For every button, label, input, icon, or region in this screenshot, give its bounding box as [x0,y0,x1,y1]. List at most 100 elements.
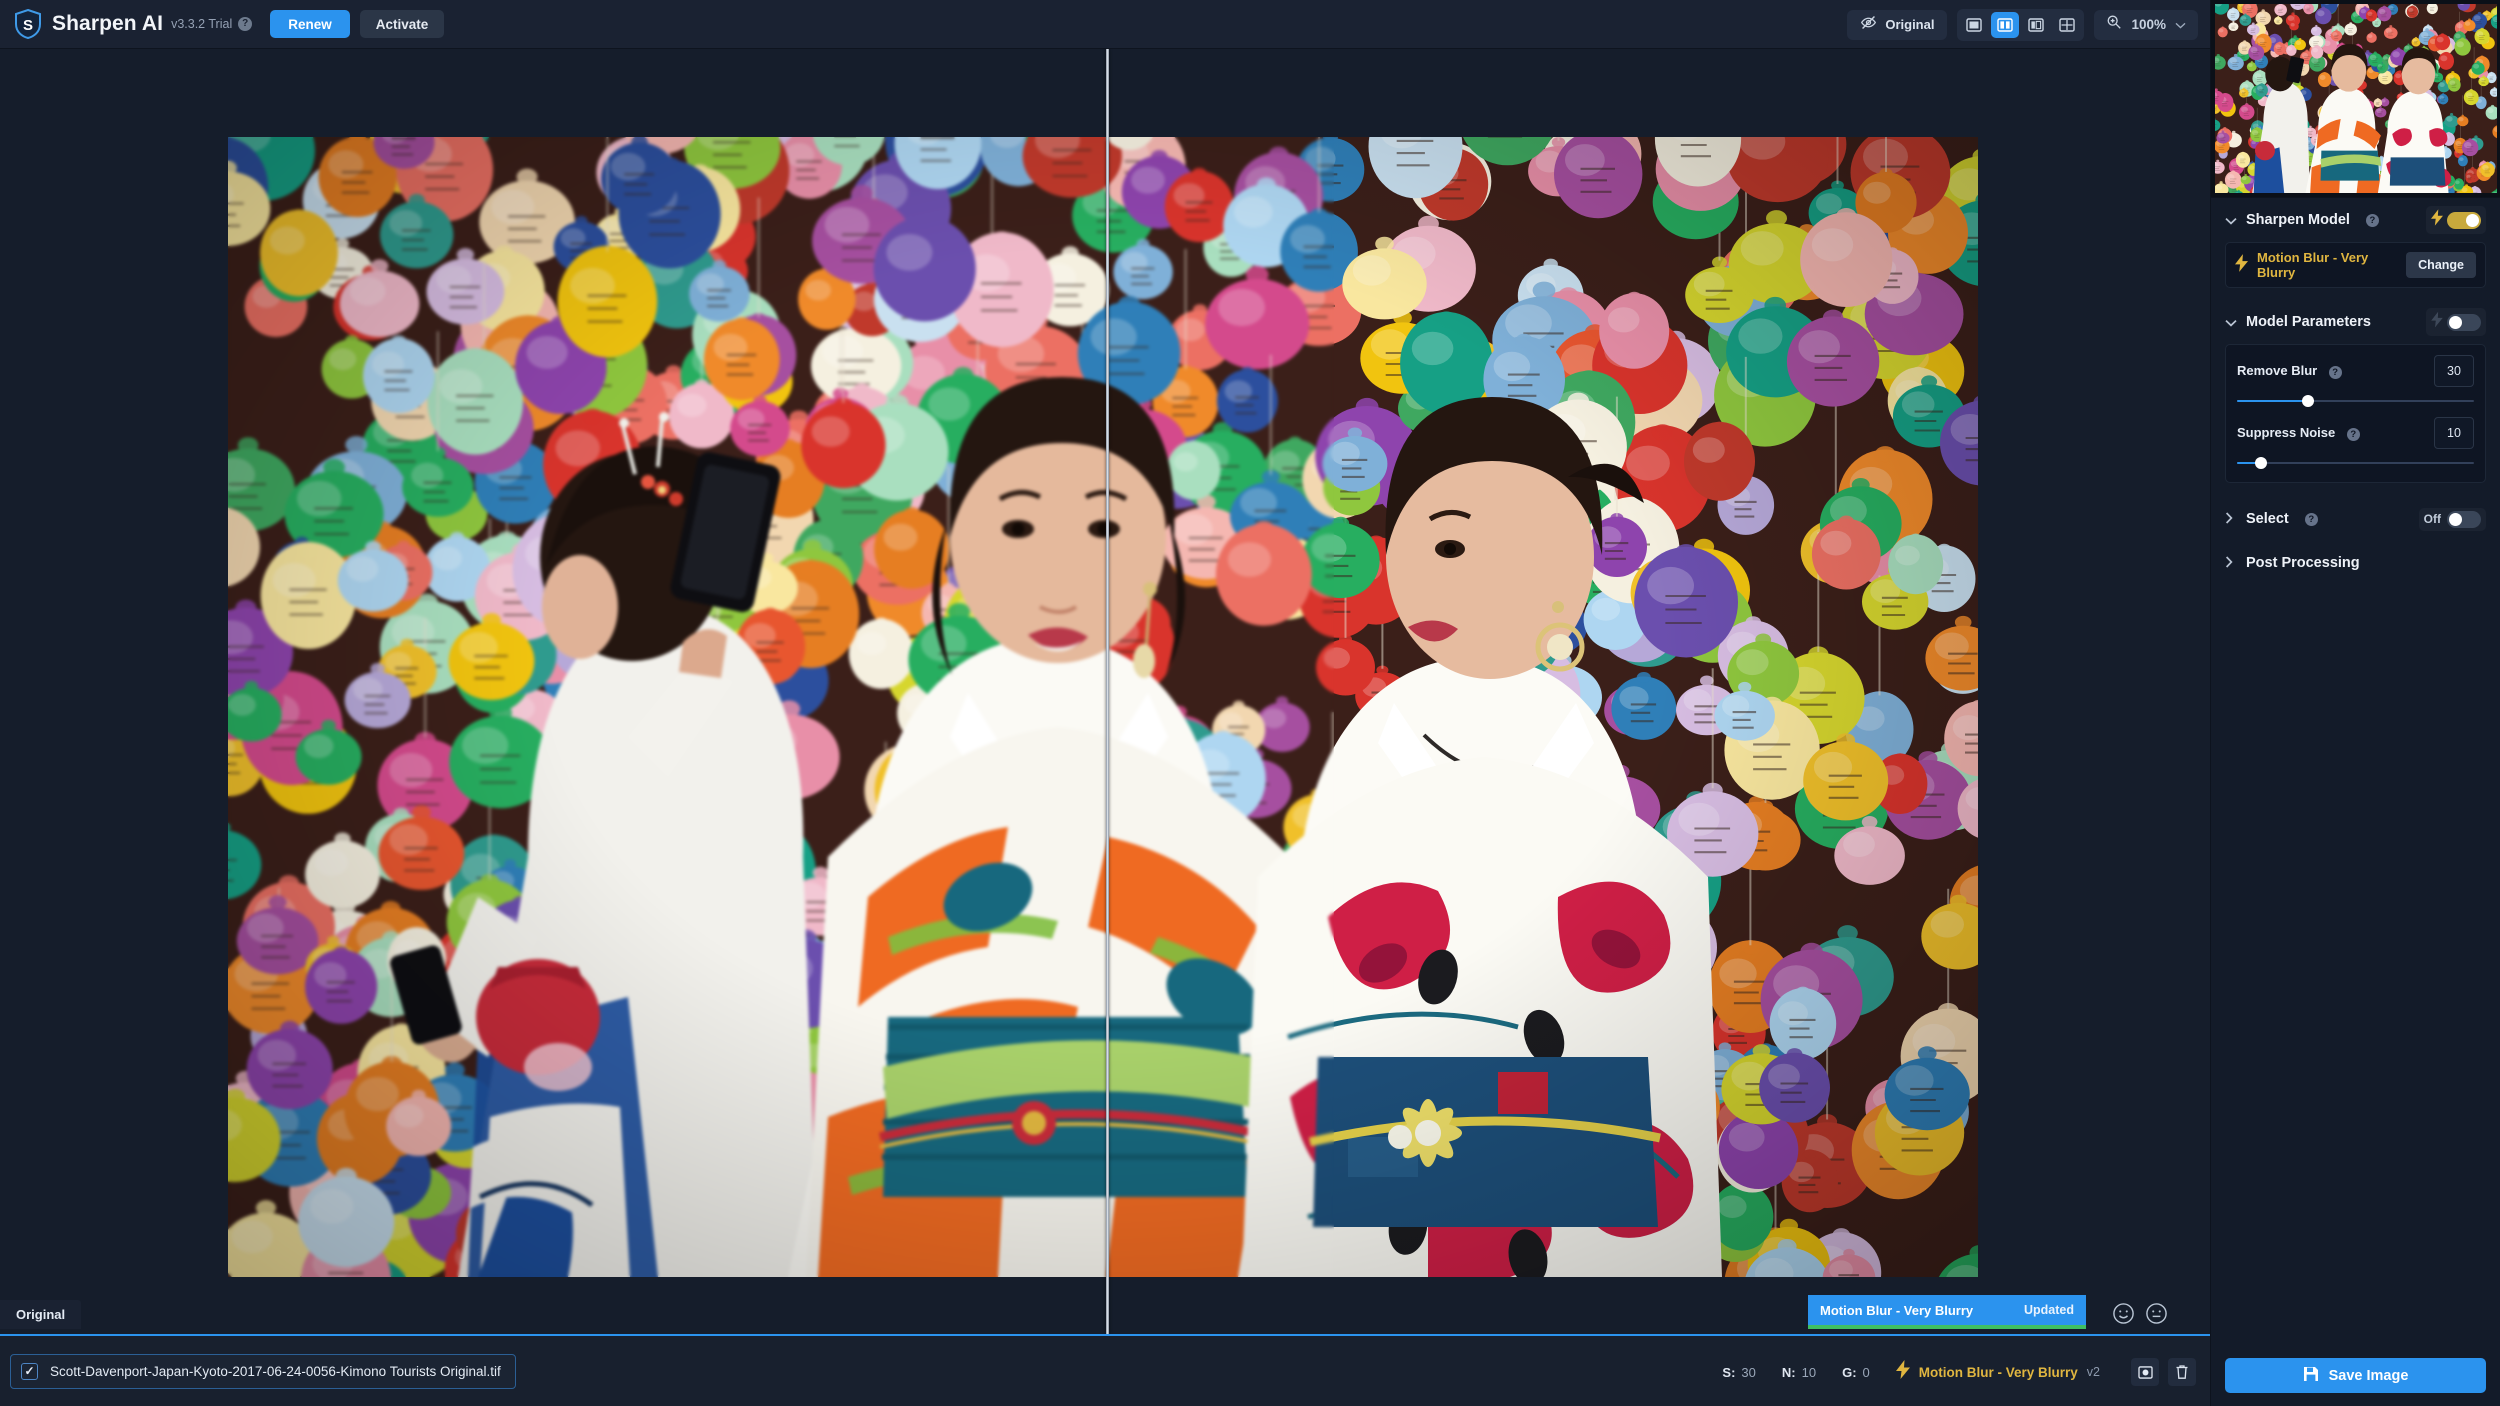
lightning-bolt-icon [2431,311,2443,333]
stat-noise-key: N: [1781,1364,1796,1380]
activate-button[interactable]: Activate [359,10,445,38]
help-icon[interactable]: ? [2304,512,2318,526]
app-branding: S Sharpen AI v3.3.2 Trial ? [14,8,253,40]
smiley-neutral-icon[interactable] [2145,1302,2168,1325]
toast-status: Updated [2024,1303,2074,1317]
zoom-level-value: 100% [2131,17,2166,32]
trash-icon[interactable] [2168,1358,2196,1386]
help-icon[interactable]: ? [238,17,253,31]
parameters-card: Remove Blur ? 30 Suppress Noise ? 10 [2225,344,2486,483]
renew-button[interactable]: Renew [270,10,350,38]
navigator-thumbnail [2215,4,2497,193]
select-section: Select ? Off [2211,497,2500,541]
side-by-side-view-icon[interactable] [2022,12,2050,38]
lightning-bolt-icon [1895,1360,1910,1384]
original-half-overlay [228,137,1334,1277]
slider-knob[interactable] [2254,457,2267,469]
chevron-down-icon [2175,16,2186,34]
quad-view-icon[interactable] [2053,12,2081,38]
app-version: v3.3.2 Trial [171,17,233,31]
feedback-group [2112,1302,2168,1325]
selected-model-name: Motion Blur - Very Blurry [2257,250,2369,280]
original-toggle-label: Original [1885,17,1935,32]
right-sidebar: Sharpen Model ? Motion Blur - Very Blurr… [2210,0,2500,1406]
select-toggle[interactable]: Off [2418,507,2486,531]
zoom-control[interactable]: 100% [2094,9,2198,40]
model-parameters-header[interactable]: Model Parameters [2225,300,2486,344]
chevron-right-icon[interactable] [2225,511,2237,527]
select-title: Select [2246,511,2289,527]
chevron-right-icon[interactable] [2225,555,2237,571]
smiley-happy-icon[interactable] [2112,1302,2135,1325]
sharpen-model-header[interactable]: Sharpen Model ? [2225,198,2486,242]
status-model-version: v2 [2086,1365,2100,1379]
processing-toast: Motion Blur - Very Blurry Updated [1808,1295,2086,1329]
toolbar-right-group: Original 100% [1847,0,2210,49]
file-name-label: Scott-Davenport-Japan-Kyoto-2017-06-24-0… [50,1363,501,1379]
svg-text:S: S [23,17,33,34]
split-divider[interactable] [1106,49,1109,1334]
stat-grain-key: G: [1842,1364,1857,1380]
app-title: Sharpen AI [52,12,164,35]
save-disk-icon [2303,1366,2319,1386]
stat-sharpen-key: S: [1722,1364,1736,1380]
slider-knob[interactable] [2302,395,2315,407]
post-processing-title: Post Processing [2246,555,2360,571]
stat-grain: G: 0 [1842,1365,1870,1380]
toggle-track[interactable] [2447,211,2481,229]
compare-icon[interactable] [2131,1358,2159,1386]
model-parameters-title: Model Parameters [2246,314,2371,330]
split-view-icon[interactable] [1991,11,2020,38]
image-canvas[interactable]: Original Motion Blur - Very Blurry Updat… [0,49,2210,1334]
suppress-noise-value[interactable]: 10 [2434,417,2474,449]
chevron-down-icon[interactable] [2225,213,2237,228]
suppress-noise-label: Suppress Noise [2237,425,2336,440]
toggle-track[interactable] [2447,313,2481,331]
selected-model-card: Motion Blur - Very Blurry Change [2225,242,2486,288]
view-mode-group [1957,8,2085,41]
top-toolbar: S Sharpen AI v3.3.2 Trial ? Renew Activa… [0,0,2210,49]
remove-blur-value[interactable]: 30 [2434,355,2474,387]
toggle-track[interactable] [2447,510,2481,528]
stat-grain-value: 0 [1862,1364,1870,1380]
suppress-noise-slider[interactable] [2237,456,2474,470]
status-model-name: Motion Blur - Very Blurry [1918,1364,2078,1380]
preview-image [228,137,1978,1277]
original-toggle-button[interactable]: Original [1847,9,1948,40]
help-icon[interactable]: ? [2365,213,2379,227]
sharpen-model-section: Sharpen Model ? Motion Blur - Very Blurr… [2211,198,2500,288]
post-processing-header[interactable]: Post Processing [2225,541,2486,585]
post-processing-section: Post Processing [2211,541,2500,585]
file-checkbox[interactable]: ✓ [21,1362,38,1380]
eye-off-icon [1860,14,1877,36]
status-bar: ✓ Scott-Davenport-Japan-Kyoto-2017-06-24… [0,1334,2210,1406]
lightning-bolt-icon [2431,209,2443,231]
toast-model-name: Motion Blur - Very Blurry [1820,1302,1974,1318]
save-image-button[interactable]: Save Image [2225,1358,2486,1393]
select-toggle-label: Off [2423,512,2441,526]
model-parameters-toggle[interactable] [2426,308,2486,336]
stat-sharpen: S: 30 [1722,1365,1755,1380]
remove-blur-label: Remove Blur [2237,363,2318,378]
status-bar-right: S: 30 N: 10 G: 0 Motion Blur - Very Blur… [1722,1336,2196,1406]
save-image-label: Save Image [2328,1367,2409,1384]
toast-body: Motion Blur - Very Blurry Updated [1808,1295,2086,1325]
help-icon[interactable]: ? [2328,366,2342,379]
save-area: Save Image [2225,1358,2486,1393]
change-model-button[interactable]: Change [2406,252,2476,278]
stat-noise: N: 10 [1782,1365,1816,1380]
select-header[interactable]: Select ? Off [2225,497,2486,541]
single-view-icon[interactable] [1960,12,1988,38]
sharpen-model-toggle[interactable] [2426,206,2486,234]
remove-blur-slider[interactable] [2237,394,2474,408]
status-model-chip[interactable]: Motion Blur - Very Blurry v2 [1895,1360,2100,1384]
toast-progress-bar [1808,1325,2086,1329]
help-icon[interactable]: ? [2346,428,2360,441]
file-list-item[interactable]: ✓ Scott-Davenport-Japan-Kyoto-2017-06-24… [10,1353,516,1389]
stat-sharpen-value: 30 [1741,1364,1756,1380]
lightning-bolt-icon [2235,253,2248,277]
chevron-down-icon[interactable] [2225,315,2237,330]
zoom-in-icon [2106,14,2122,35]
param-suppress-noise: Suppress Noise ? 10 [2237,417,2474,470]
navigator-preview[interactable] [2211,0,2500,198]
